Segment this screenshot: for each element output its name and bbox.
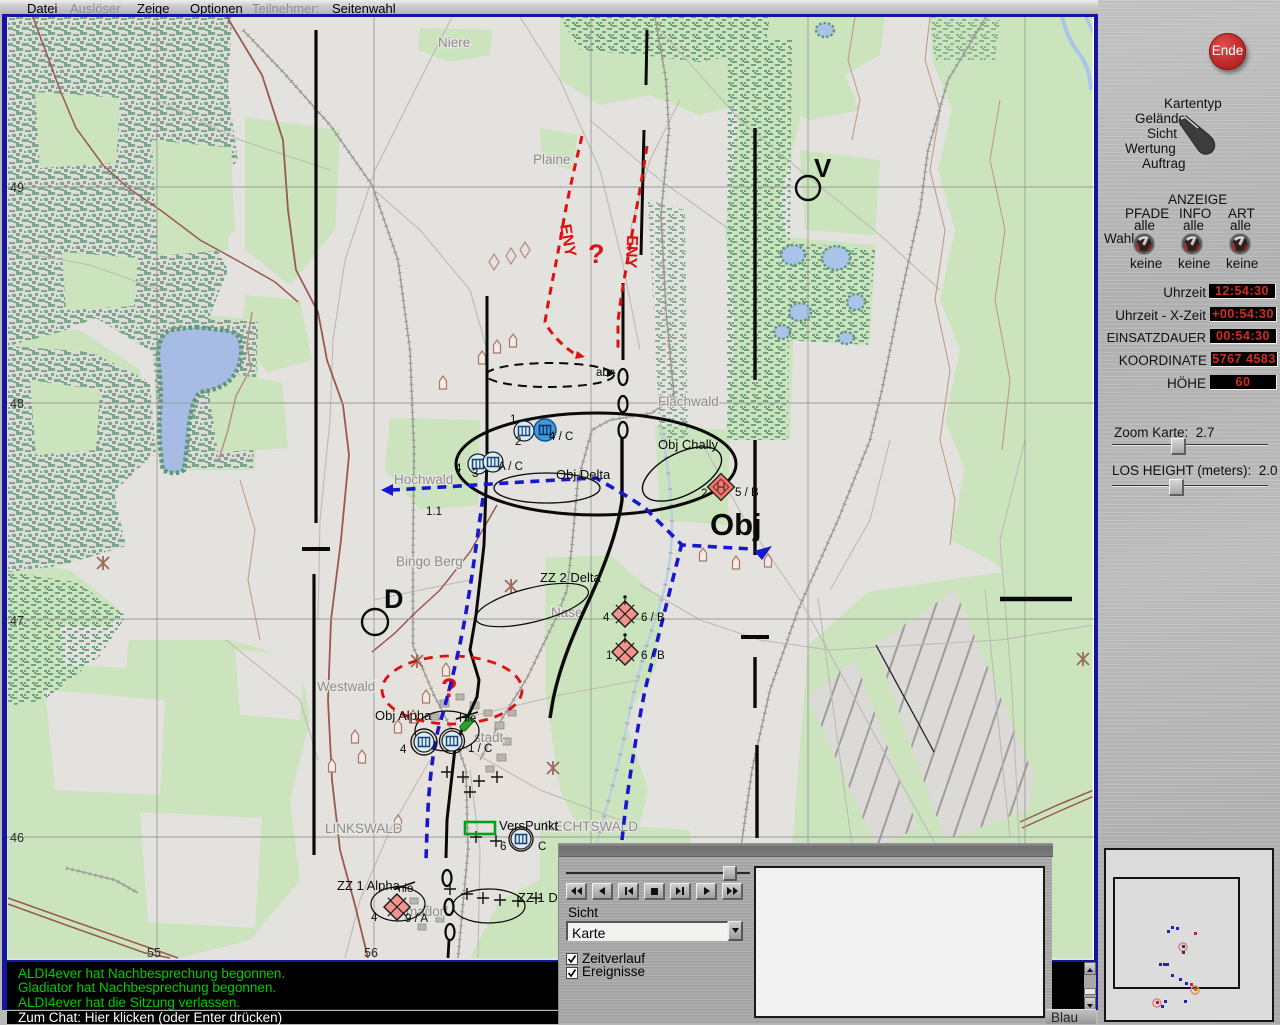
svg-text:3: 3	[472, 468, 478, 480]
svg-text:1 / C: 1 / C	[468, 743, 492, 755]
svg-text:4: 4	[400, 744, 407, 756]
svg-text:4: 4	[455, 463, 462, 475]
svg-text:LINKSWALD: LINKSWALD	[325, 821, 403, 836]
svg-text:ZZ 1 D: ZZ 1 D	[518, 890, 558, 905]
svg-text:A / C: A / C	[498, 461, 523, 473]
svg-text:?: ?	[588, 239, 605, 269]
svg-text:1.1: 1.1	[426, 506, 442, 518]
svg-text:1: 1	[510, 414, 516, 426]
svg-text:ZZ 1 Alpha: ZZ 1 Alpha	[337, 878, 401, 893]
svg-text:C: C	[538, 841, 546, 853]
svg-text:Flachwald: Flachwald	[658, 394, 719, 409]
svg-text:6 / B: 6 / B	[641, 612, 665, 624]
svg-text:56: 56	[364, 946, 378, 960]
svg-text:4 / C: 4 / C	[549, 431, 573, 443]
svg-text:2: 2	[515, 436, 521, 448]
svg-text:Obj Delta: Obj Delta	[556, 467, 611, 482]
svg-text:9 / A: 9 / A	[405, 913, 428, 925]
svg-text:Niere: Niere	[438, 35, 470, 50]
svg-text:abn: abn	[596, 367, 615, 379]
svg-text:6 / B: 6 / B	[641, 650, 665, 662]
svg-text:Nase: Nase	[551, 605, 583, 620]
svg-text:5 / B: 5 / B	[735, 487, 759, 499]
svg-text:Plaine: Plaine	[533, 152, 571, 167]
svg-text:46: 46	[10, 831, 24, 845]
svg-text:Westwald: Westwald	[317, 679, 375, 694]
svg-text:Obj: Obj	[710, 507, 762, 542]
svg-text:4: 4	[371, 912, 378, 924]
svg-text:Obj Chally: Obj Chally	[658, 437, 718, 452]
svg-text:2: 2	[701, 488, 707, 500]
svg-text:1: 1	[606, 650, 612, 662]
svg-text:Bingo Berg: Bingo Berg	[396, 554, 463, 569]
svg-text:D: D	[384, 584, 404, 614]
svg-text:Hochwald: Hochwald	[394, 472, 453, 487]
svg-text:49: 49	[10, 181, 24, 195]
svg-text:55: 55	[147, 946, 161, 960]
svg-text:Obj Alpha: Obj Alpha	[375, 708, 432, 723]
svg-text:ZZ 2 Delta: ZZ 2 Delta	[540, 570, 601, 585]
svg-text:47: 47	[10, 614, 24, 628]
svg-text:ENY: ENY	[622, 235, 641, 269]
svg-text:VersPunkt: VersPunkt	[499, 818, 559, 833]
svg-text:4: 4	[603, 612, 610, 624]
svg-text:6: 6	[500, 841, 506, 853]
svg-text:48: 48	[10, 397, 24, 411]
svg-text:V: V	[814, 153, 832, 183]
